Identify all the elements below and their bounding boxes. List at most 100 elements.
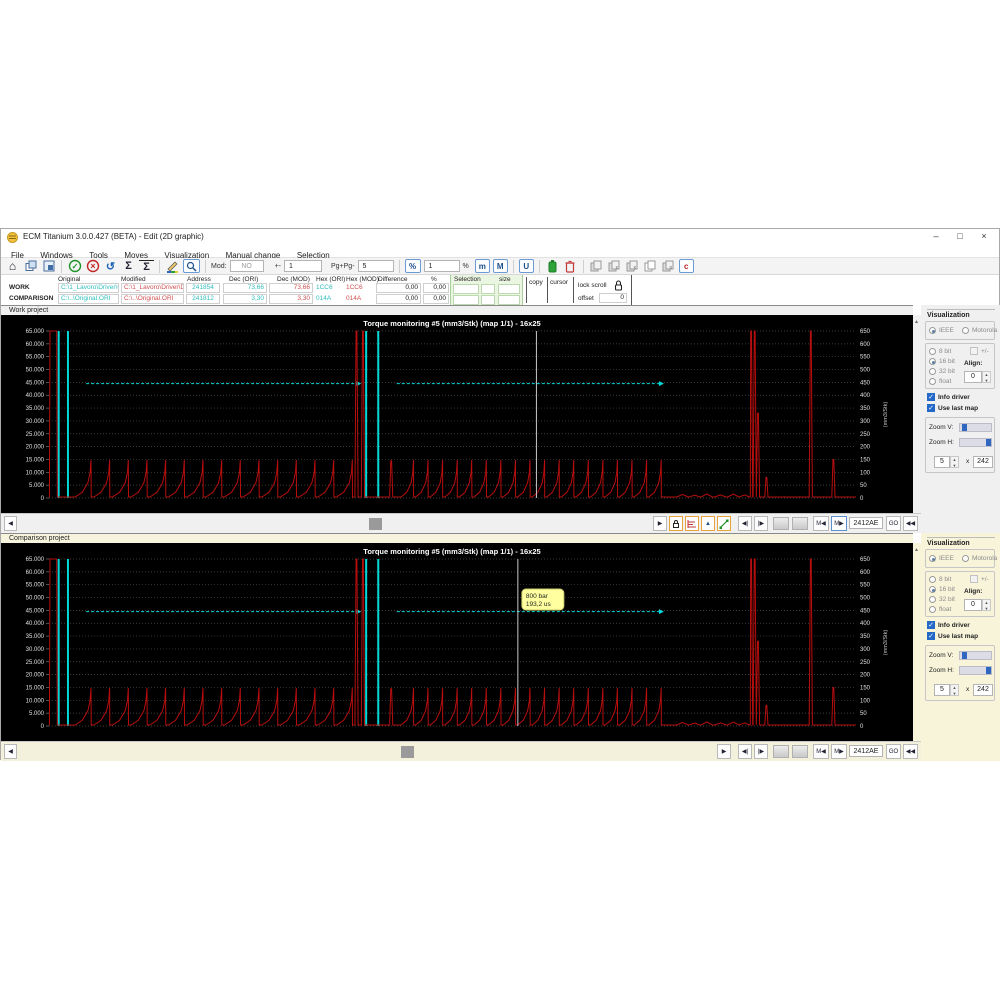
- collapse-arrow-icon[interactable]: ▲: [914, 319, 919, 325]
- work-dec-mod[interactable]: 73,66: [269, 283, 313, 293]
- mod-value-field[interactable]: NO: [229, 260, 264, 272]
- go-button[interactable]: GO: [886, 516, 901, 531]
- zoom-h-handle[interactable]: [986, 439, 991, 446]
- comparison-address[interactable]: 241812: [186, 294, 220, 304]
- grid-spinner[interactable]: 5: [934, 456, 950, 468]
- play-button[interactable]: ▶: [653, 516, 667, 531]
- align-spinner[interactable]: 0: [964, 371, 982, 383]
- zoom-v-handle[interactable]: [962, 424, 967, 431]
- paste-selection-icon[interactable]: o: [661, 259, 676, 273]
- step-back-button[interactable]: ◀|: [738, 744, 752, 759]
- zoom-h-handle[interactable]: [986, 667, 991, 674]
- scroll-left-button[interactable]: ◀: [4, 516, 17, 531]
- zoom-h-slider[interactable]: [959, 666, 992, 675]
- undo-u-button[interactable]: U: [518, 259, 534, 273]
- align-spinner-arrows[interactable]: ▲ ▼: [982, 371, 991, 383]
- work-address[interactable]: 241854: [186, 283, 220, 293]
- next-map-button[interactable]: M▶: [831, 744, 847, 759]
- comparison-dec-mod[interactable]: 3,30: [269, 294, 313, 304]
- bit32-radio[interactable]: [929, 368, 936, 375]
- scrollbar-thumb[interactable]: [369, 518, 382, 530]
- sigma-avg-icon[interactable]: Σ: [139, 260, 154, 273]
- grid-spinner[interactable]: 5: [934, 684, 950, 696]
- align-spinner[interactable]: 0: [964, 599, 982, 611]
- offset-field[interactable]: 0: [599, 293, 627, 303]
- percent-value-field[interactable]: 1: [423, 260, 460, 272]
- ieee-radio[interactable]: [929, 555, 936, 562]
- lock-button[interactable]: [669, 516, 683, 531]
- motorola-radio[interactable]: [962, 555, 969, 562]
- page-value-field[interactable]: 5: [357, 260, 394, 272]
- first-map-button[interactable]: ◀◀: [903, 516, 918, 531]
- comparison-chart-canvas[interactable]: 65.000 650 60.000 600 55.000 550 50.000 500 45.0…: [1, 543, 913, 741]
- copy-map-icon[interactable]: [589, 259, 604, 273]
- edit-pencil-icon[interactable]: [165, 259, 180, 273]
- undo-icon[interactable]: ↺: [103, 259, 118, 273]
- address-field[interactable]: 2412AE: [849, 517, 883, 529]
- bit16-radio[interactable]: [929, 586, 936, 593]
- work-dec-ori[interactable]: 73,66: [223, 283, 267, 293]
- bit16-radio[interactable]: [929, 358, 936, 365]
- pop-out-button[interactable]: ▲: [701, 516, 715, 531]
- work-original-path[interactable]: C:\1_Lavoro\Driver\OR: [58, 283, 119, 293]
- size-field[interactable]: [498, 284, 520, 294]
- ieee-radio[interactable]: [929, 327, 936, 334]
- cancel-icon[interactable]: ×: [85, 259, 100, 273]
- float-radio[interactable]: [929, 378, 936, 385]
- selection-field[interactable]: [453, 295, 479, 305]
- bit8-radio[interactable]: [929, 576, 936, 583]
- step-forward-button[interactable]: |▶: [754, 516, 768, 531]
- zoom-v-slider[interactable]: [959, 423, 992, 432]
- step-value-field[interactable]: 1: [283, 260, 322, 272]
- trash-icon[interactable]: [563, 259, 578, 273]
- use-last-map-checkbox[interactable]: ✓: [927, 632, 935, 640]
- scroll-left-button[interactable]: ◀: [4, 744, 17, 759]
- next-map-button[interactable]: M▶: [831, 516, 847, 531]
- close-button[interactable]: ×: [973, 230, 995, 243]
- comparison-dec-ori[interactable]: 3,30: [223, 294, 267, 304]
- align-spinner-arrows[interactable]: ▲ ▼: [982, 599, 991, 611]
- selection-field[interactable]: [481, 295, 495, 305]
- zoom-v-slider[interactable]: [959, 651, 992, 660]
- selection-field[interactable]: [481, 284, 495, 294]
- zoom-v-handle[interactable]: [962, 652, 967, 659]
- sigma-icon[interactable]: Σ: [121, 259, 136, 273]
- play-button[interactable]: ▶: [717, 744, 731, 759]
- use-last-map-checkbox[interactable]: ✓: [927, 404, 935, 412]
- width-field[interactable]: 242: [973, 456, 993, 468]
- grid-spinner-arrows[interactable]: ▲ ▼: [950, 456, 959, 468]
- prev-map-button[interactable]: M◀: [813, 744, 829, 759]
- padlock-icon[interactable]: [613, 279, 624, 294]
- motorola-radio[interactable]: [962, 327, 969, 334]
- width-field[interactable]: 242: [973, 684, 993, 696]
- first-map-button[interactable]: ◀◀: [903, 744, 918, 759]
- battery-icon[interactable]: [545, 259, 560, 273]
- go-button[interactable]: GO: [886, 744, 901, 759]
- plusminus-checkbox[interactable]: [970, 347, 978, 355]
- minimize-button[interactable]: –: [925, 230, 947, 243]
- max-button[interactable]: M: [492, 259, 508, 273]
- work-chart-canvas[interactable]: 65.000 650 60.000 600 55.000 550 50.000 500 45.0…: [1, 315, 913, 513]
- info-driver-checkbox[interactable]: ✓: [927, 621, 935, 629]
- magnifier-icon[interactable]: [183, 259, 200, 273]
- percent-button[interactable]: %: [404, 259, 421, 273]
- step-back-button[interactable]: ◀|: [738, 516, 752, 531]
- work-modified-path[interactable]: C:\1_Lavoro\Driver\DR: [121, 283, 184, 293]
- plusminus-checkbox[interactable]: [970, 575, 978, 583]
- collapse-arrow-icon[interactable]: ▲: [914, 547, 919, 553]
- bit8-radio[interactable]: [929, 348, 936, 355]
- paste-map-icon[interactable]: [643, 259, 658, 273]
- grid-spinner-arrows[interactable]: ▲ ▼: [950, 684, 959, 696]
- copy-selection-icon[interactable]: x: [607, 259, 622, 273]
- export-window-icon[interactable]: [41, 259, 56, 273]
- selection-field[interactable]: [453, 284, 479, 294]
- info-driver-checkbox[interactable]: ✓: [927, 393, 935, 401]
- step-forward-button[interactable]: |▶: [754, 744, 768, 759]
- min-button[interactable]: m: [474, 259, 490, 273]
- comparison-modified-path[interactable]: C:\..\Original.ORI: [121, 294, 184, 304]
- axis-view-button[interactable]: [685, 516, 699, 531]
- zoom-h-slider[interactable]: [959, 438, 992, 447]
- scrollbar-thumb[interactable]: [401, 746, 414, 758]
- interpolation-button[interactable]: [717, 516, 731, 531]
- float-radio[interactable]: [929, 606, 936, 613]
